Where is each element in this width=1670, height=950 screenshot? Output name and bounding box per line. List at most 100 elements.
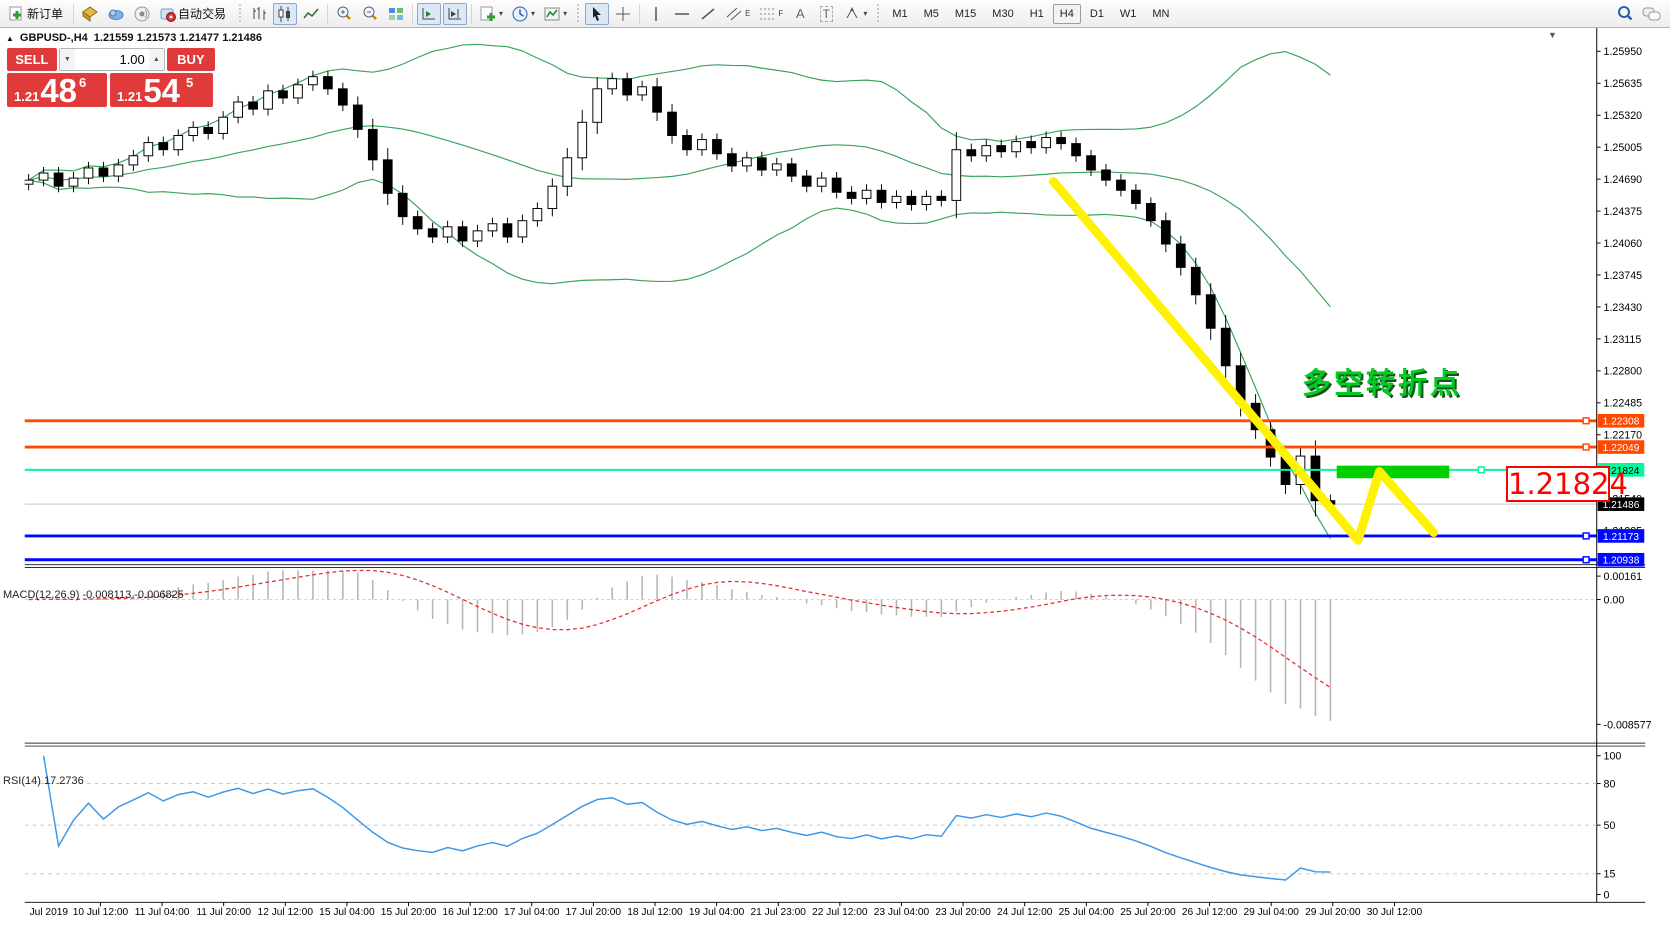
periods-button[interactable]: ▾ (508, 3, 538, 25)
candle-body (219, 117, 228, 133)
level-line-handle[interactable] (1583, 418, 1589, 424)
rsi-axis-label: 15 (1604, 869, 1616, 881)
candle-body (518, 221, 527, 237)
time-axis-label: 11 Jul 04:00 (135, 907, 190, 918)
crosshair-tool-button[interactable] (611, 3, 635, 25)
time-axis-label: 11 Jul 20:00 (196, 907, 251, 918)
buy-price-display[interactable]: 1.21 54 5 (110, 73, 213, 107)
toolbar-drag-handle[interactable] (575, 4, 580, 24)
trendline-tool-button[interactable] (696, 3, 720, 25)
arrows-tool-button[interactable]: ▾ (840, 3, 870, 25)
candle-body (503, 224, 512, 237)
new-order-button[interactable]: 新订单 (5, 3, 69, 25)
timeframe-m1[interactable]: M1 (885, 4, 914, 24)
candle-body (847, 192, 856, 198)
text-label-tool-button[interactable]: T (814, 3, 838, 25)
candle-body (129, 156, 138, 165)
zoom-in-button[interactable] (332, 3, 356, 25)
price-chart-canvas[interactable]: 1.259501.256351.253201.250051.246901.243… (0, 28, 1670, 945)
time-axis-label: 22 Jul 12:00 (812, 907, 868, 918)
candlestick-mode-button[interactable] (273, 3, 297, 25)
scroll-end-icon[interactable]: ▼ (1548, 30, 1557, 40)
toolbar-drag-handle[interactable] (875, 4, 880, 24)
volume-decrease-button[interactable]: ▼ (60, 49, 75, 70)
channel-tool-button[interactable]: E (722, 3, 753, 25)
time-axis-label: 21 Jul 23:00 (751, 907, 807, 918)
vertical-line-tool-button[interactable] (644, 3, 668, 25)
candle-body (264, 91, 273, 109)
timeframe-w1[interactable]: W1 (1113, 4, 1144, 24)
rsi-line (44, 756, 1331, 880)
cursor-tool-button[interactable] (585, 3, 609, 25)
chevron-down-icon: ▾ (531, 9, 535, 18)
chart-shift-button[interactable] (443, 3, 467, 25)
autotrade-button[interactable]: 自动交易 (156, 3, 232, 25)
expand-triangle-icon[interactable]: ▲ (6, 34, 14, 43)
auto-scroll-button[interactable] (417, 3, 441, 25)
level-line-handle[interactable] (1583, 533, 1589, 539)
time-axis-label: 15 Jul 20:00 (381, 907, 437, 918)
data-window-button[interactable] (104, 3, 128, 25)
time-axis-label: 23 Jul 04:00 (874, 907, 930, 918)
macd-axis-label: 0.00161 (1604, 571, 1643, 583)
tile-windows-button[interactable] (384, 3, 408, 25)
timeframe-m30[interactable]: M30 (985, 4, 1020, 24)
price-tick-label: 1.25005 (1604, 142, 1643, 154)
time-axis-label: 18 Jul 12:00 (627, 907, 683, 918)
price-callout-box[interactable]: 1.21824 (1506, 466, 1610, 502)
timeframe-mn[interactable]: MN (1145, 4, 1176, 24)
supply-zone-rectangle[interactable] (1337, 466, 1450, 479)
timeframe-m5[interactable]: M5 (917, 4, 946, 24)
timeframe-m15[interactable]: M15 (948, 4, 983, 24)
price-badge-label: 1.22308 (1603, 417, 1640, 428)
chat-button[interactable] (1639, 3, 1665, 25)
bar-chart-mode-button[interactable] (247, 3, 271, 25)
candle-body (698, 140, 707, 150)
candle-body (24, 180, 33, 184)
buy-price-pip: 5 (186, 75, 193, 90)
level-line-handle[interactable] (1583, 557, 1589, 563)
turning-point-annotation[interactable]: 多空转折点 (1302, 360, 1462, 402)
time-axis-label: 29 Jul 20:00 (1305, 907, 1361, 918)
candle-body (1191, 267, 1200, 294)
search-button[interactable] (1613, 3, 1637, 25)
zoom-out-button[interactable] (358, 3, 382, 25)
candle-body (458, 227, 467, 241)
buy-button[interactable]: BUY (167, 48, 215, 71)
level-line-handle[interactable] (1583, 444, 1589, 450)
time-axis-label: 23 Jul 20:00 (935, 907, 991, 918)
templates-button[interactable]: ▾ (540, 3, 570, 25)
line-chart-mode-button[interactable] (299, 3, 323, 25)
sell-price-display[interactable]: 1.21 48 6 (7, 73, 107, 107)
horizontal-line-tool-button[interactable] (670, 3, 694, 25)
sell-price-digits: 48 (40, 74, 77, 107)
chart-window: 1.259501.256351.253201.250051.246901.243… (0, 28, 1670, 945)
new-chart-button[interactable]: ▾ (476, 3, 506, 25)
signal-button[interactable] (130, 3, 154, 25)
fibonacci-tool-button[interactable]: F (755, 3, 786, 25)
bb-lower (29, 179, 1331, 538)
text-tool-button[interactable]: A (788, 3, 812, 25)
candle-body (563, 158, 572, 186)
time-axis-label: 12 Jul 12:00 (258, 907, 314, 918)
market-watch-button[interactable] (78, 3, 102, 25)
price-tick-label: 1.24690 (1604, 174, 1643, 186)
timeframe-d1[interactable]: D1 (1083, 4, 1111, 24)
candle-body (1012, 142, 1021, 152)
timeframe-h4[interactable]: H4 (1053, 4, 1081, 24)
candle-body (742, 158, 751, 166)
price-tick-label: 1.23745 (1604, 270, 1643, 282)
toolbar-drag-handle[interactable] (237, 4, 242, 24)
buy-price-prefix: 1.21 (117, 89, 142, 104)
sell-button[interactable]: SELL (7, 48, 57, 71)
timeframe-h1[interactable]: H1 (1023, 4, 1051, 24)
candle-body (1161, 221, 1170, 244)
level-line-handle[interactable] (1478, 467, 1484, 473)
symbol-name: GBPUSD-,H4 (20, 32, 88, 44)
candle-body (578, 122, 587, 158)
volume-input[interactable] (75, 49, 149, 70)
price-tick-label: 1.24375 (1604, 206, 1643, 218)
candle-body (623, 79, 632, 95)
volume-increase-button[interactable]: ▲ (149, 49, 164, 70)
divider (639, 4, 640, 24)
